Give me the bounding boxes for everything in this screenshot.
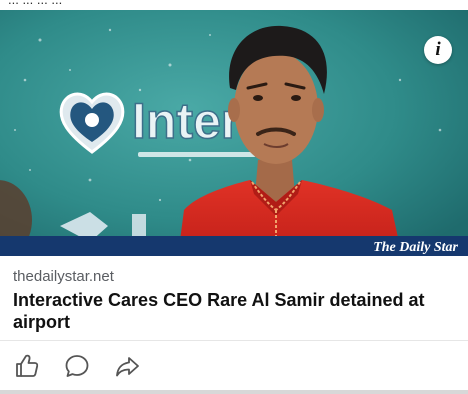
share-button[interactable]: [114, 353, 140, 379]
article-headline[interactable]: Interactive Cares CEO Rare Al Samir deta…: [13, 289, 443, 333]
like-button[interactable]: [14, 353, 40, 379]
comment-button[interactable]: [64, 353, 90, 379]
comment-bubble-icon: [65, 355, 89, 377]
source-domain: thedailystar.net: [13, 268, 114, 285]
top-cutoff-text-strip: ... ... ... ...: [0, 0, 468, 10]
info-icon[interactable]: i: [424, 36, 452, 64]
action-bar: [0, 341, 468, 390]
bottom-divider: [0, 390, 468, 394]
thumbs-up-icon: [16, 354, 39, 377]
article-image[interactable]: Intera The Daily Star i: [0, 10, 468, 256]
article-photo-illustration: Intera The Daily Star: [0, 10, 468, 256]
watermark-text: The Daily Star: [373, 240, 458, 255]
share-arrow-icon: [116, 357, 139, 377]
top-cutoff-text: ... ... ... ...: [8, 0, 62, 7]
link-preview-meta[interactable]: thedailystar.net Interactive Cares CEO R…: [0, 256, 468, 340]
